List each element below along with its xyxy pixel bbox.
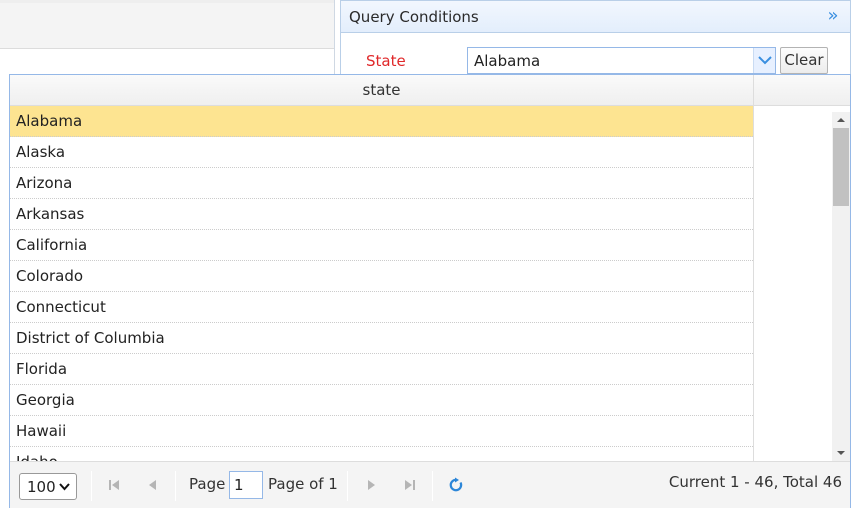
state-combobox[interactable]: Alabama xyxy=(467,47,776,74)
page-size-select[interactable]: 100 xyxy=(19,473,77,500)
list-item[interactable]: California xyxy=(10,230,753,261)
pager-separator xyxy=(175,471,176,501)
list-item[interactable]: Alaska xyxy=(10,137,753,168)
list-item[interactable]: Alabama xyxy=(10,106,753,137)
pager-info: Current 1 - 46, Total 46 xyxy=(668,473,842,491)
state-combobox-value[interactable]: Alabama xyxy=(474,52,540,70)
scrollbar-thumb[interactable] xyxy=(833,128,849,206)
list-item[interactable]: Idaho xyxy=(10,447,753,461)
list-item[interactable]: Hawaii xyxy=(10,416,753,447)
page-of-label: Page of 1 xyxy=(268,475,338,493)
first-page-icon[interactable] xyxy=(106,477,122,493)
last-page-icon[interactable] xyxy=(402,477,418,493)
panel-divider xyxy=(334,0,335,74)
list-item[interactable]: Florida xyxy=(10,354,753,385)
query-conditions-panel: Query Conditions » State Alabama Clear xyxy=(340,0,851,74)
scroll-down-arrow-icon xyxy=(837,451,845,455)
page-label: Page xyxy=(189,475,226,493)
clear-button[interactable]: Clear xyxy=(780,47,828,74)
chevron-down-icon[interactable] xyxy=(753,48,775,73)
dropdown-list: Alabama Alaska Arizona Arkansas California Co… xyxy=(10,106,754,461)
header-filler xyxy=(754,75,850,106)
list-item[interactable]: District of Columbia xyxy=(10,323,753,354)
pager-separator xyxy=(347,471,348,501)
state-dropdown-panel: state Alabama Alaska Arizona Arkansas Califo… xyxy=(9,74,851,508)
pager-separator xyxy=(91,471,92,501)
list-item[interactable]: Arizona xyxy=(10,168,753,199)
query-conditions-title: Query Conditions xyxy=(349,8,479,26)
next-page-icon[interactable] xyxy=(363,477,379,493)
list-item[interactable]: Arkansas xyxy=(10,199,753,230)
query-conditions-header: Query Conditions » xyxy=(341,0,850,33)
vertical-scrollbar[interactable] xyxy=(832,112,850,461)
list-item[interactable]: Connecticut xyxy=(10,292,753,323)
pager-separator xyxy=(432,471,433,501)
chevron-down-icon xyxy=(59,483,70,491)
list-item[interactable]: Georgia xyxy=(10,385,753,416)
column-header-state[interactable]: state xyxy=(10,75,754,106)
background-toolbar xyxy=(0,0,334,49)
state-label: State xyxy=(366,52,406,70)
column-header-label: state xyxy=(362,81,401,99)
scroll-up-arrow-icon xyxy=(837,118,845,122)
page-size-value[interactable]: 100 xyxy=(27,478,56,496)
double-chevron-right-icon[interactable]: » xyxy=(824,6,842,26)
refresh-icon[interactable] xyxy=(448,477,464,493)
list-item[interactable]: Colorado xyxy=(10,261,753,292)
previous-page-icon[interactable] xyxy=(145,477,161,493)
page-number-input[interactable]: 1 xyxy=(229,471,263,499)
pagination-bar: 100 Page 1 Page of 1 Current 1 - 46, Tot… xyxy=(10,461,850,508)
